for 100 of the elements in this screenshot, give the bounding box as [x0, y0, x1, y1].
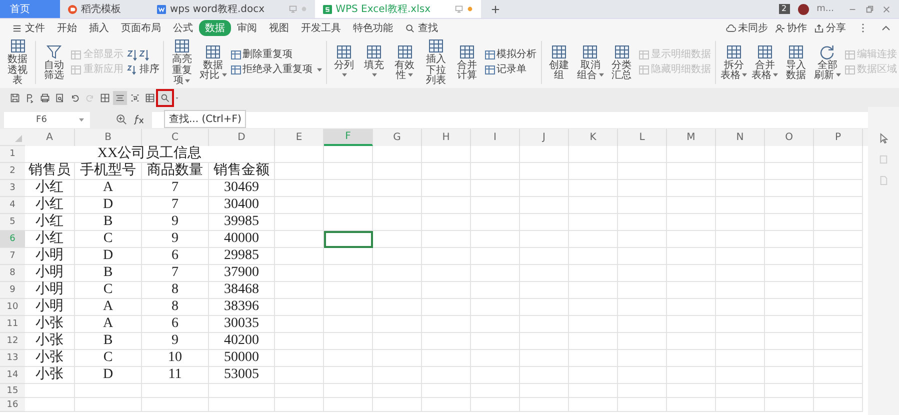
empty-cell[interactable]	[667, 197, 716, 214]
empty-cell[interactable]	[520, 163, 569, 180]
empty-cell[interactable]	[569, 350, 618, 367]
select-all-icon[interactable]	[15, 135, 22, 142]
empty-cell[interactable]	[618, 265, 667, 282]
empty-cell[interactable]	[520, 146, 569, 163]
column-header[interactable]: H	[422, 129, 471, 146]
empty-cell[interactable]	[520, 299, 569, 316]
empty-cell[interactable]	[765, 299, 814, 316]
empty-cell[interactable]	[324, 146, 373, 163]
menu-tab[interactable]: 开始	[51, 20, 83, 36]
empty-cell[interactable]	[422, 231, 471, 248]
empty-cell[interactable]	[275, 316, 324, 333]
empty-cell[interactable]	[618, 398, 667, 412]
empty-cell[interactable]	[814, 180, 863, 197]
empty-cell[interactable]	[520, 197, 569, 214]
empty-cell[interactable]	[422, 146, 471, 163]
empty-cell[interactable]	[716, 367, 765, 384]
column-header[interactable]: N	[716, 129, 765, 146]
empty-cell[interactable]	[765, 265, 814, 282]
empty-cell[interactable]	[569, 214, 618, 231]
empty-cell[interactable]	[814, 231, 863, 248]
empty-cell[interactable]	[275, 248, 324, 265]
empty-cell[interactable]	[814, 367, 863, 384]
column-header[interactable]: I	[471, 129, 520, 146]
empty-cell[interactable]	[667, 180, 716, 197]
menu-tab[interactable]: 视图	[263, 20, 295, 36]
empty-cell[interactable]	[422, 350, 471, 367]
monitor-icon[interactable]	[288, 5, 297, 13]
empty-cell[interactable]	[275, 146, 324, 163]
empty-cell[interactable]	[667, 398, 716, 412]
row-header[interactable]: 5	[0, 214, 25, 231]
empty-cell[interactable]	[471, 146, 520, 163]
empty-cell[interactable]	[324, 299, 373, 316]
user-name[interactable]: m...	[816, 4, 834, 14]
empty-cell[interactable]	[324, 180, 373, 197]
empty-cell[interactable]	[569, 146, 618, 163]
empty-cell[interactable]	[373, 265, 422, 282]
shape-icon[interactable]	[879, 154, 888, 165]
column-header[interactable]: O	[765, 129, 814, 146]
sort-button[interactable]: 排序	[127, 64, 160, 76]
empty-cell[interactable]	[618, 316, 667, 333]
empty-cell[interactable]	[618, 248, 667, 265]
empty-cell[interactable]	[814, 197, 863, 214]
menu-tab[interactable]: 公式	[167, 20, 199, 36]
empty-cell[interactable]	[569, 299, 618, 316]
ribbon-button[interactable]: 合并计算	[451, 42, 483, 82]
empty-cell[interactable]	[422, 367, 471, 384]
empty-cell[interactable]	[422, 282, 471, 299]
empty-cell[interactable]	[814, 214, 863, 231]
empty-cell[interactable]	[765, 316, 814, 333]
empty-cell[interactable]	[716, 146, 765, 163]
empty-cell[interactable]	[275, 398, 324, 412]
menu-tab[interactable]: 插入	[83, 20, 115, 36]
row-header[interactable]: 12	[0, 333, 25, 350]
ribbon-button[interactable]: 全部刷新	[812, 42, 843, 82]
empty-cell[interactable]	[765, 231, 814, 248]
empty-cell[interactable]	[373, 398, 422, 412]
empty-cell[interactable]	[814, 248, 863, 265]
empty-cell[interactable]	[716, 384, 765, 398]
empty-cell[interactable]	[667, 299, 716, 316]
empty-cell[interactable]	[324, 248, 373, 265]
empty-cell[interactable]	[422, 398, 471, 412]
empty-cell[interactable]	[520, 367, 569, 384]
row-header[interactable]: 7	[0, 248, 25, 265]
empty-cell[interactable]	[422, 163, 471, 180]
empty-cell[interactable]	[275, 333, 324, 350]
empty-cell[interactable]	[667, 282, 716, 299]
empty-cell[interactable]	[275, 367, 324, 384]
empty-cell[interactable]	[569, 333, 618, 350]
close-icon[interactable]	[882, 4, 891, 14]
empty-cell[interactable]	[667, 350, 716, 367]
empty-cell[interactable]	[471, 333, 520, 350]
menu-tab[interactable]: 开发工具	[295, 20, 347, 36]
empty-cell[interactable]	[667, 384, 716, 398]
find-button[interactable]	[158, 90, 172, 104]
empty-cell[interactable]	[716, 350, 765, 367]
empty-cell[interactable]	[716, 248, 765, 265]
empty-cell[interactable]	[373, 350, 422, 367]
empty-cell[interactable]	[569, 398, 618, 412]
empty-cell[interactable]	[667, 214, 716, 231]
pointer-icon[interactable]	[879, 133, 888, 144]
empty-cell[interactable]	[569, 367, 618, 384]
menu-tab[interactable]: 审阅	[231, 20, 263, 36]
ribbon-button[interactable]: 分类汇总	[606, 42, 638, 82]
function-icon[interactable]	[133, 114, 146, 125]
empty-cell[interactable]	[324, 265, 373, 282]
ribbon-button[interactable]: 填充	[358, 42, 390, 82]
empty-cell[interactable]	[765, 350, 814, 367]
empty-cell[interactable]	[209, 384, 275, 398]
column-header[interactable]: D	[209, 129, 275, 146]
empty-cell[interactable]	[618, 367, 667, 384]
row-header[interactable]: 14	[0, 367, 25, 384]
empty-cell[interactable]	[569, 231, 618, 248]
empty-cell[interactable]	[471, 163, 520, 180]
empty-cell[interactable]	[716, 299, 765, 316]
column-header[interactable]: C	[142, 129, 209, 146]
empty-cell[interactable]	[520, 265, 569, 282]
empty-cell[interactable]	[814, 398, 863, 412]
empty-cell[interactable]	[275, 180, 324, 197]
